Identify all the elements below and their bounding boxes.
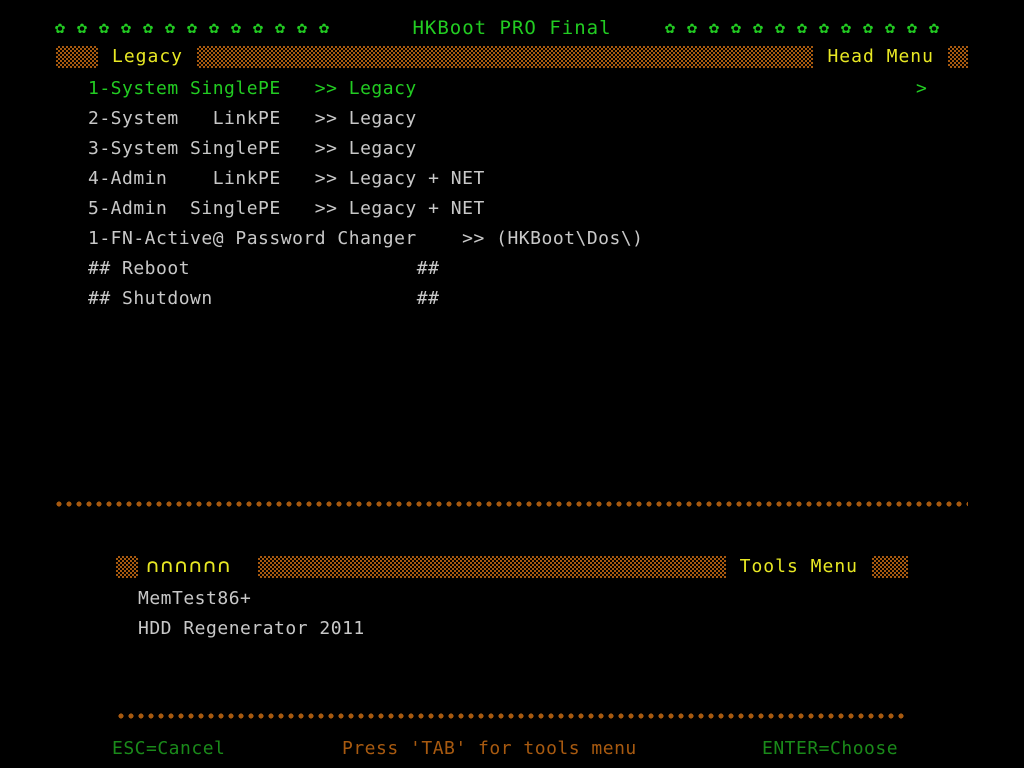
- menu-item[interactable]: ## Shutdown ##: [88, 284, 968, 314]
- head-bar-label-head-menu[interactable]: Head Menu: [813, 46, 948, 68]
- tools-bar-pattern-right: [872, 556, 908, 578]
- menu-item-label: 5-Admin SinglePE >> Legacy + NET: [88, 198, 485, 219]
- menu-item[interactable]: ## Reboot ##: [88, 254, 968, 284]
- head-menu-bar: Legacy Head Menu: [56, 46, 968, 68]
- gear-flower-icon: ✿: [664, 18, 676, 38]
- menu-item-label: 4-Admin LinkPE >> Legacy + NET: [88, 168, 485, 189]
- boot-menu-screen: ✿ ✿ ✿ ✿ ✿ ✿ ✿ ✿ ✿ ✿ ✿ ✿ ✿ HKBoot PRO Final ✿ ✿ ✿ ✿ ✿ ✿ ✿ ✿ ✿…: [0, 0, 1024, 768]
- gear-flower-icon: ✿: [862, 18, 874, 38]
- tools-bar-pattern-fill: [258, 556, 726, 578]
- section-separator-main: [56, 500, 968, 508]
- gear-flower-icon: ✿: [884, 18, 896, 38]
- head-bar-pattern-fill: [197, 46, 814, 68]
- tools-bar-label-tools-menu[interactable]: Tools Menu: [725, 556, 872, 578]
- tools-bar-pattern-left: [116, 556, 138, 578]
- gear-flower-icon: ✿: [774, 18, 786, 38]
- menu-item-label: 1-FN-Active@ Password Changer >> (HKBoot…: [88, 228, 644, 249]
- main-menu-list: 1-System SinglePE >> Legacy >2-System Lin…: [88, 74, 968, 314]
- tools-menu-item-label: MemTest86+: [138, 588, 252, 609]
- section-separator-footer: [118, 712, 908, 720]
- tools-menu-bar: ∩∩∩∩∩∩ Tools Menu: [116, 556, 908, 578]
- tools-menu-item[interactable]: MemTest86+: [138, 584, 838, 614]
- gear-flower-icon: ✿: [730, 18, 742, 38]
- menu-item[interactable]: 3-System SinglePE >> Legacy: [88, 134, 968, 164]
- gear-flower-icon: ✿: [796, 18, 808, 38]
- hint-enter-choose[interactable]: ENTER=Choose: [762, 734, 898, 764]
- selection-marker-icon: >: [916, 78, 928, 99]
- head-bar-pattern-left: [56, 46, 98, 68]
- tools-menu-item[interactable]: HDD Regenerator 2011: [138, 614, 838, 644]
- gear-flower-icon: ✿: [708, 18, 720, 38]
- tools-menu-list: MemTest86+ HDD Regenerator 2011: [138, 584, 838, 644]
- hint-esc-cancel[interactable]: ESC=Cancel: [112, 734, 225, 764]
- header: ✿ ✿ ✿ ✿ ✿ ✿ ✿ ✿ ✿ ✿ ✿ ✿ ✿ HKBoot PRO Final ✿ ✿ ✿ ✿ ✿ ✿ ✿ ✿ ✿…: [0, 14, 1024, 42]
- gear-flower-icon: ✿: [840, 18, 852, 38]
- menu-item[interactable]: 4-Admin LinkPE >> Legacy + NET: [88, 164, 968, 194]
- menu-item-label: ## Shutdown ##: [88, 288, 440, 309]
- menu-item-label: ## Reboot ##: [88, 258, 440, 279]
- gear-flower-icon: ✿: [752, 18, 764, 38]
- header-decoration-right: ✿ ✿ ✿ ✿ ✿ ✿ ✿ ✿ ✿ ✿ ✿ ✿ ✿: [664, 14, 940, 42]
- menu-item[interactable]: 2-System LinkPE >> Legacy: [88, 104, 968, 134]
- tools-bar-label-clipped[interactable]: ∩∩∩∩∩∩: [138, 556, 258, 578]
- gear-flower-icon: ✿: [686, 18, 698, 38]
- head-bar-label-legacy[interactable]: Legacy: [98, 46, 198, 68]
- menu-item[interactable]: 5-Admin SinglePE >> Legacy + NET: [88, 194, 968, 224]
- footer-hints: ESC=Cancel Press 'TAB' for tools menu EN…: [0, 734, 1024, 764]
- menu-item-label: 3-System SinglePE >> Legacy: [88, 138, 417, 159]
- hint-tab-tools: Press 'TAB' for tools menu: [342, 738, 637, 759]
- gear-flower-icon: ✿: [928, 18, 940, 38]
- menu-item-label: 2-System LinkPE >> Legacy: [88, 108, 417, 129]
- gear-flower-icon: ✿: [818, 18, 830, 38]
- menu-item[interactable]: 1-FN-Active@ Password Changer >> (HKBoot…: [88, 224, 968, 254]
- gear-flower-icon: ✿: [906, 18, 918, 38]
- head-bar-pattern-right: [948, 46, 968, 68]
- menu-item[interactable]: 1-System SinglePE >> Legacy >: [88, 74, 968, 104]
- tools-menu-item-label: HDD Regenerator 2011: [138, 618, 365, 639]
- tools-bar-clipped-glyphs: ∩∩∩∩∩∩: [146, 557, 232, 572]
- menu-item-label: 1-System SinglePE >> Legacy: [88, 78, 417, 99]
